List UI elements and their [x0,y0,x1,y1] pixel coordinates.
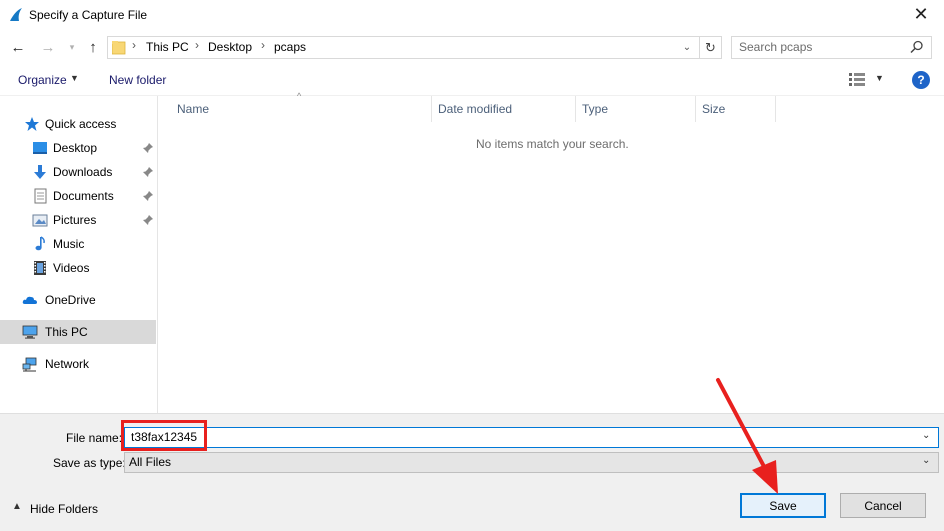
save-type-select[interactable] [124,452,939,473]
sidebar-item-music[interactable]: Music [0,232,156,256]
file-name-input[interactable] [124,427,939,448]
sidebar-item-label: Downloads [53,165,113,179]
wireshark-fin-icon [10,8,22,21]
breadcrumb-this-pc[interactable]: This PC [146,40,189,54]
network-icon [22,357,37,372]
folder-icon [112,41,126,55]
empty-results-message: No items match your search. [476,137,629,151]
file-name-label: File name: [66,431,123,445]
window-title: Specify a Capture File [29,8,148,22]
cloud-icon [22,296,37,304]
chevron-right-icon[interactable]: › [261,38,265,52]
computer-icon [22,325,38,339]
sidebar-item-label: Pictures [53,213,97,227]
sidebar-item-pictures[interactable]: Pictures [0,208,156,232]
pictures-icon [32,214,48,227]
sidebar-item-quick-access[interactable]: Quick access [0,112,156,136]
column-header-name[interactable]: Name [177,102,209,116]
sidebar-item-label: This PC [45,325,88,339]
desktop-icon [33,142,47,154]
sidebar-item-label: OneDrive [45,293,96,307]
up-arrow-icon[interactable]: ↑ [84,38,102,56]
help-icon[interactable]: ? [912,71,930,89]
cancel-button[interactable]: Cancel [840,493,926,518]
column-divider[interactable] [775,96,776,122]
sidebar-item-desktop[interactable]: Desktop [0,136,156,160]
hide-folders-label: Hide Folders [30,502,99,516]
view-options-icon[interactable] [849,73,865,86]
chevron-up-icon: ▲ [12,501,22,512]
back-arrow-icon[interactable]: ← [9,38,27,56]
column-divider[interactable] [431,96,432,122]
sidebar-item-network[interactable]: Network [0,352,156,376]
search-placeholder: Search pcaps [739,40,813,54]
column-divider[interactable] [575,96,576,122]
title-bar: Specify a Capture File ✕ [0,0,944,30]
sidebar-item-label: Music [53,237,85,251]
save-button[interactable]: Save [740,493,826,518]
address-bar[interactable] [107,36,722,59]
sidebar-item-label: Quick access [45,117,117,131]
star-icon [25,117,39,131]
save-type-dropdown-icon[interactable]: ⌄ [922,455,930,466]
sidebar-item-label: Network [45,357,90,371]
chevron-right-icon[interactable]: › [195,38,199,52]
sort-ascending-icon: ^ [297,91,302,101]
sidebar-item-label: Videos [53,261,90,275]
sidebar-item-label: Desktop [53,141,98,155]
view-dropdown-icon[interactable]: ▼ [875,73,884,83]
column-header-size[interactable]: Size [702,102,725,116]
recent-locations-chevron-icon[interactable]: ▾ [63,38,81,56]
save-type-label: Save as type: [53,456,126,470]
search-icon[interactable] [910,40,924,54]
pin-icon [143,215,153,225]
sidebar-item-this-pc[interactable]: This PC [0,320,156,344]
navigation-pane: Quick access Desktop Downloads Documents [0,96,158,413]
refresh-icon[interactable]: ↻ [699,36,721,59]
sidebar-item-videos[interactable]: Videos [0,256,156,280]
organize-button[interactable]: Organize [18,73,67,87]
sidebar-item-documents[interactable]: Documents [0,184,156,208]
pin-icon [143,167,153,177]
sidebar-item-label: Documents [53,189,114,203]
new-folder-button[interactable]: New folder [109,73,166,87]
download-icon [34,165,46,179]
videos-icon [34,261,46,275]
hide-folders-toggle[interactable]: ▲ Hide Folders [12,501,102,518]
breadcrumb-desktop[interactable]: Desktop [208,40,252,54]
pin-icon [143,143,153,153]
pin-icon [143,191,153,201]
documents-icon [34,188,47,204]
file-name-dropdown-icon[interactable]: ⌄ [922,430,930,441]
column-header-date-modified[interactable]: Date modified [438,102,512,116]
music-icon [35,236,45,251]
column-divider[interactable] [695,96,696,122]
annotation-highlight-box [121,420,207,451]
forward-arrow-icon[interactable]: → [39,38,57,56]
address-dropdown-icon[interactable]: ⌄ [680,40,694,54]
breadcrumb-pcaps[interactable]: pcaps [274,40,306,54]
chevron-right-icon: › [132,38,136,52]
organize-dropdown-icon[interactable]: ▼ [70,73,79,83]
close-icon[interactable]: ✕ [906,2,936,26]
save-type-value[interactable]: All Files [129,455,171,469]
column-header-type[interactable]: Type [582,102,608,116]
sidebar-item-downloads[interactable]: Downloads [0,160,156,184]
sidebar-item-onedrive[interactable]: OneDrive [0,288,156,312]
